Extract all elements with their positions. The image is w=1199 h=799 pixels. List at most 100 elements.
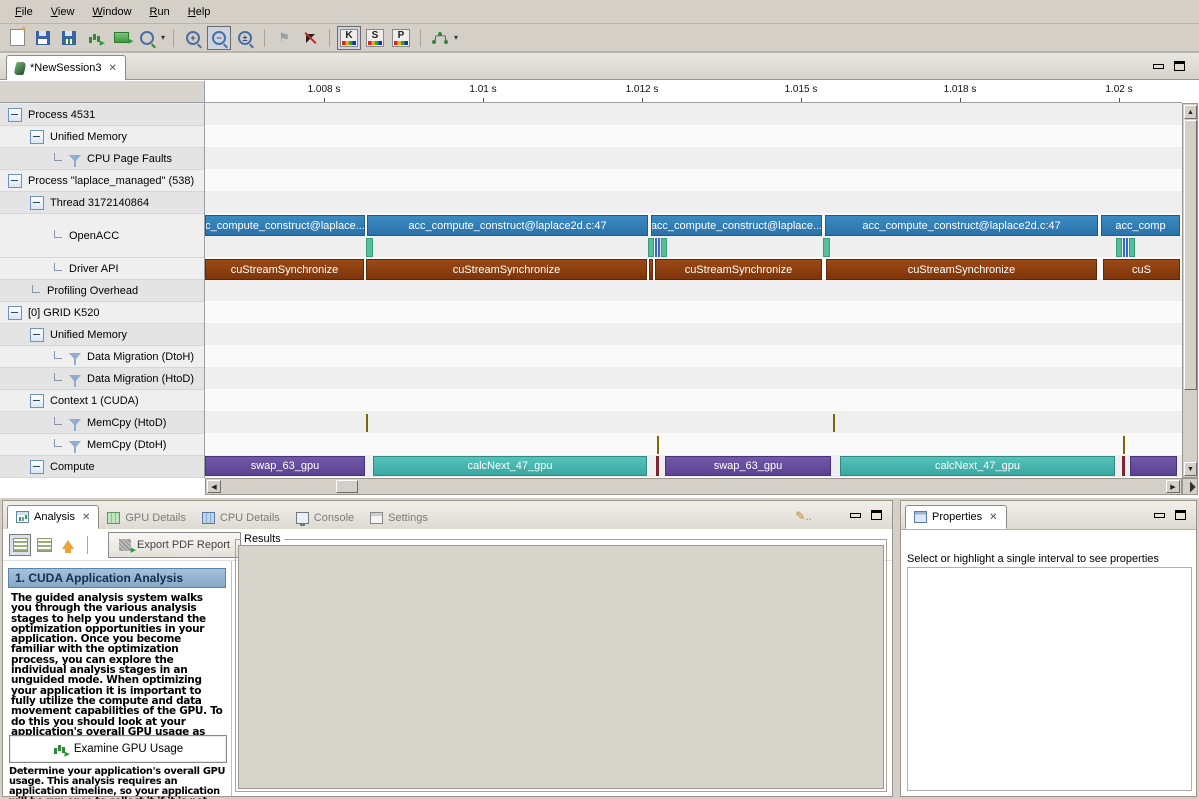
memcpy-htod-tick[interactable] [366,414,368,432]
collapse-toggle-icon[interactable] [30,460,44,474]
tree-row-thread-3172140864[interactable]: Thread 3172140864 [0,192,204,214]
openacc-api-bar[interactable] [366,238,373,257]
driver-api-bar[interactable]: cuStreamSynchronize [366,259,647,280]
view-menu-icon[interactable]: ✎.. [795,509,812,523]
scroll-down-icon[interactable]: ▼ [1184,462,1197,476]
compute-kernel-bar[interactable]: calcNext_47_gpu [840,456,1115,476]
minimize-icon[interactable] [850,513,861,518]
openacc-interval-bar[interactable]: c_compute_construct@laplace... [205,215,365,236]
filter-icon[interactable] [69,441,81,448]
generate-timeline-button[interactable] [83,26,107,50]
menu-run[interactable]: Run [141,3,179,21]
openacc-interval-bar[interactable]: acc_compute_construct@laplace2d.c:47 [367,215,648,236]
unguided-analysis-toggle[interactable] [33,534,55,556]
scroll-up-icon[interactable]: ▲ [1184,105,1197,119]
menu-window[interactable]: Window [83,3,140,21]
tree-row-compute[interactable]: Compute [0,456,204,478]
memcpy-dtoh-tick[interactable] [657,436,659,454]
close-icon[interactable]: ✕ [82,512,90,523]
memcpy-htod-tick[interactable] [833,414,835,432]
guided-analysis-toggle[interactable] [9,534,31,556]
tab-properties[interactable]: Properties ✕ [905,505,1007,529]
hscroll-thumb[interactable] [336,480,358,493]
timeline-ruler[interactable]: 1.008 s1.01 s1.012 s1.015 s1.018 s1.02 s [205,81,1182,103]
timeline-horizontal-scrollbar[interactable]: ◀ ▶ [205,478,1182,495]
tab-gpu-details[interactable]: GPU Details [99,507,194,529]
menu-file[interactable]: File [6,3,42,21]
kernel-coloring-button[interactable]: K [337,26,361,50]
tree-row-process-4531[interactable]: Process 4531 [0,104,204,126]
collapse-toggle-icon[interactable] [30,394,44,408]
save-all-button[interactable] [57,26,81,50]
tab-analysis[interactable]: Analysis✕ [7,505,99,529]
collect-metrics-button[interactable] [109,26,133,50]
openacc-api-bar[interactable] [1129,238,1135,257]
timeline-canvas[interactable]: c_compute_construct@laplace...acc_comput… [205,103,1182,478]
tree-row-profiling-overhead[interactable]: Profiling Overhead [0,280,204,302]
tree-row--0-grid-k520[interactable]: [0] GRID K520 [0,302,204,324]
tab-console[interactable]: Console [288,507,362,529]
close-icon[interactable]: ✕ [989,512,997,523]
collapse-toggle-icon[interactable] [30,328,44,342]
inspect-button[interactable] [135,26,159,50]
tab-settings[interactable]: Settings [362,507,436,529]
filter-icon[interactable] [69,155,81,162]
collapse-toggle-icon[interactable] [8,174,22,188]
minimize-icon[interactable] [1153,64,1164,69]
scroll-right-icon[interactable]: ▶ [1166,480,1180,493]
driver-api-bar[interactable]: cuStreamSynchronize [205,259,364,280]
tree-row-driver-api[interactable]: Driver API [0,258,204,280]
compute-kernel-bar[interactable]: swap_63_gpu [665,456,831,476]
tree-row-data-migration-dtoh-[interactable]: Data Migration (DtoH) [0,346,204,368]
dropdown-caret-icon[interactable]: ▾ [161,33,165,42]
maximize-icon[interactable] [871,510,882,520]
driver-api-bar[interactable]: cuStreamSynchronize [826,259,1097,280]
filter-icon[interactable] [69,375,81,382]
minimize-icon[interactable] [1154,513,1165,518]
openacc-api-bar[interactable] [661,238,667,257]
openacc-api-bar[interactable] [648,238,654,257]
session-tab[interactable]: *NewSession3 ✕ [6,55,126,80]
tree-row-data-migration-htod-[interactable]: Data Migration (HtoD) [0,368,204,390]
tree-row-openacc[interactable]: OpenACC [0,214,204,258]
menu-view[interactable]: View [42,3,84,21]
collapse-toggle-icon[interactable] [30,196,44,210]
collapse-toggle-icon[interactable] [8,108,22,122]
compute-kernel-bar[interactable] [656,456,659,476]
openacc-api-bar[interactable] [655,238,657,257]
dropdown-caret-icon[interactable]: ▾ [454,33,458,42]
compute-kernel-bar[interactable]: calcNext_47_gpu [373,456,647,476]
close-icon[interactable]: ✕ [109,63,117,74]
tree-row-cpu-page-faults[interactable]: CPU Page Faults [0,148,204,170]
compute-kernel-bar[interactable] [1122,456,1125,476]
collapse-toggle-icon[interactable] [30,130,44,144]
analysis-tree-button[interactable] [428,26,452,50]
tab-cpu-details[interactable]: CPU Details [194,507,288,529]
vscroll-thumb[interactable] [1184,120,1197,390]
goto-marker-button[interactable] [298,26,322,50]
process-coloring-button[interactable]: P [389,26,413,50]
tree-row-memcpy-dtoh-[interactable]: MemCpy (DtoH) [0,434,204,456]
compute-kernel-bar[interactable] [1130,456,1177,476]
openacc-api-bar[interactable] [658,238,660,257]
zoom-fit-button[interactable]: ± [233,26,257,50]
filter-icon[interactable] [69,353,81,360]
driver-api-bar[interactable]: cuS [1103,259,1180,280]
save-button[interactable] [31,26,55,50]
openacc-interval-bar[interactable]: acc_compute_construct@laplace... [651,215,822,236]
memcpy-dtoh-tick[interactable] [1123,436,1125,454]
scrollbar-corner[interactable] [1182,478,1198,495]
tree-row-unified-memory[interactable]: Unified Memory [0,126,204,148]
openacc-interval-bar[interactable]: acc_comp [1101,215,1180,236]
maximize-icon[interactable] [1174,61,1185,71]
openacc-api-bar[interactable] [1126,238,1128,257]
export-pdf-button[interactable]: Export PDF Report [108,532,241,558]
filter-icon[interactable] [69,419,81,426]
stream-coloring-button[interactable]: S [363,26,387,50]
back-button[interactable] [57,534,79,556]
openacc-api-bar[interactable] [1116,238,1122,257]
driver-api-bar[interactable] [649,259,653,280]
compute-kernel-bar[interactable]: swap_63_gpu [205,456,365,476]
zoom-out-button[interactable]: − [207,26,231,50]
tree-row-context-1-cuda-[interactable]: Context 1 (CUDA) [0,390,204,412]
